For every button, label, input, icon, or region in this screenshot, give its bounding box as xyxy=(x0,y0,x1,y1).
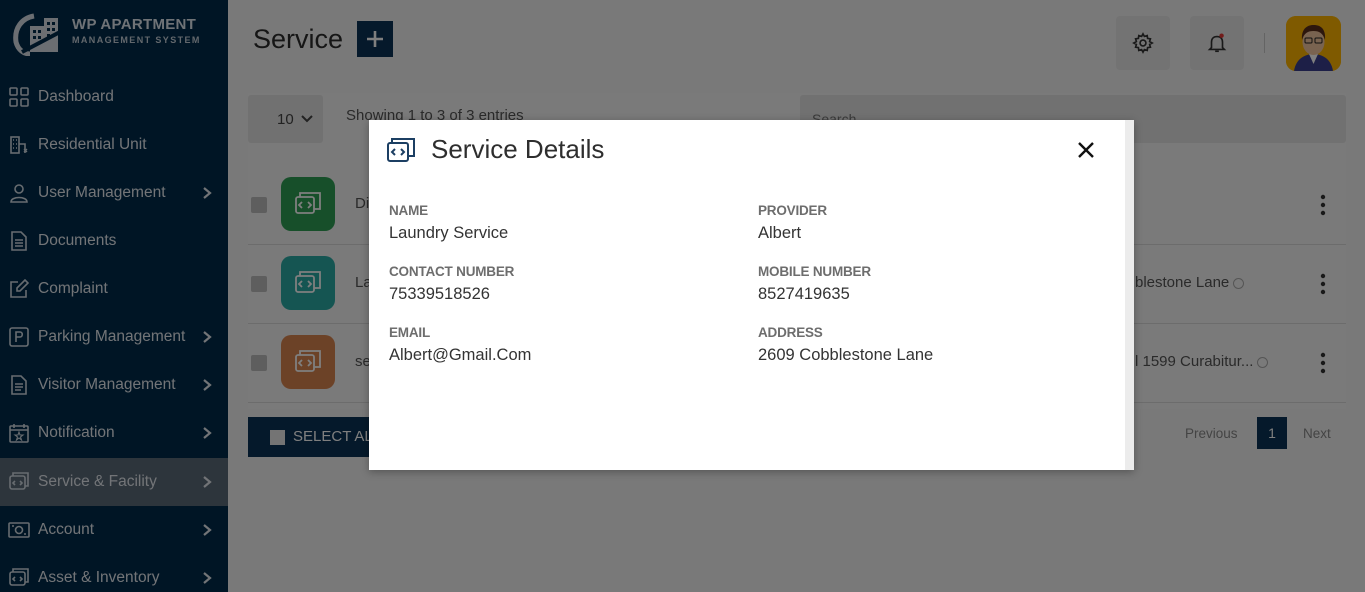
name-label: NAME xyxy=(389,203,428,218)
close-icon[interactable] xyxy=(1075,139,1097,161)
mobile-number-value: 8527419635 xyxy=(758,285,850,303)
email-label: EMAIL xyxy=(389,325,430,340)
address-label: ADDRESS xyxy=(758,325,823,340)
service-icon xyxy=(387,138,415,162)
mobile-number-label: MOBILE NUMBER xyxy=(758,264,871,279)
provider-label: PROVIDER xyxy=(758,203,827,218)
modal-title: Service Details xyxy=(431,134,605,164)
service-details-modal: Service Details NAME Laundry Service PRO… xyxy=(369,120,1134,470)
modal-scrollbar[interactable] xyxy=(1125,120,1134,470)
email-value: Albert@Gmail.Com xyxy=(389,346,532,364)
contact-number-value: 75339518526 xyxy=(389,285,490,303)
provider-value: Albert xyxy=(758,224,802,242)
contact-number-label: CONTACT NUMBER xyxy=(389,264,515,279)
address-value: 2609 Cobblestone Lane xyxy=(758,346,934,364)
name-value: Laundry Service xyxy=(389,224,509,242)
